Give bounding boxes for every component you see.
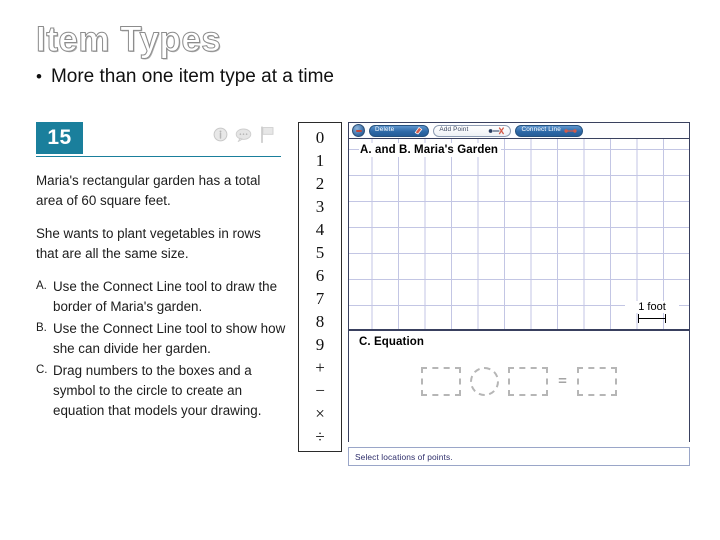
scale-label: 1 foot [625, 300, 679, 313]
question-part-b: B. Use the Connect Line tool to show how… [36, 319, 286, 359]
palette-tile[interactable]: − [299, 382, 341, 399]
status-bar: Select locations of points. [348, 447, 690, 466]
question-number-badge: 15 [36, 122, 83, 154]
connect-line-icon [564, 128, 577, 133]
equation-drop-box[interactable] [577, 367, 618, 396]
palette-tile[interactable]: 9 [299, 336, 341, 353]
palette-tile[interactable]: 4 [299, 221, 341, 238]
bullet-text: More than one item type at a time [50, 66, 334, 87]
equation-drop-box[interactable] [507, 367, 548, 396]
connect-line-button-label: Connect Line [521, 126, 561, 134]
palette-tile[interactable]: 5 [299, 244, 341, 261]
comment-bubble-icon[interactable] [235, 128, 252, 142]
bullet-line: • More than one item type at a time [36, 66, 334, 88]
question-part-c: C. Drag numbers to the boxes and a symbo… [36, 361, 286, 421]
status-message: Select locations of points. [355, 451, 453, 462]
canvas-title: A. and B. Maria's Garden [359, 143, 502, 157]
remove-icon[interactable] [352, 124, 365, 137]
add-point-button-label: Add Point [439, 126, 469, 134]
palette-tile[interactable]: 1 [299, 152, 341, 169]
palette-tile[interactable]: 6 [299, 267, 341, 284]
part-text: Use the Connect Line tool to draw the bo… [53, 278, 278, 314]
question-pane: 15 Maria's rectangular garden has a tota… [36, 122, 291, 522]
question-header: 15 [36, 122, 281, 157]
palette-tile[interactable]: 8 [299, 313, 341, 330]
equation-area: C. Equation = [349, 331, 689, 442]
info-icon[interactable] [213, 127, 228, 142]
bullet-marker: • [36, 67, 42, 86]
drawing-toolbar: Delete Add Point Connect Line [349, 123, 689, 139]
flag-icon[interactable] [259, 126, 275, 143]
page-title: Item Types [35, 20, 222, 59]
add-point-button[interactable]: Add Point [433, 124, 512, 137]
delete-button-label: Delete [375, 126, 395, 134]
part-text: Use the Connect Line tool to show how sh… [53, 320, 286, 356]
part-label: A. [36, 279, 47, 292]
equation-drop-box[interactable] [420, 367, 461, 396]
part-label: B. [36, 321, 47, 334]
item-preview-frame: 15 Maria's rectangular garden has a tota… [36, 122, 690, 522]
palette-tile[interactable]: × [299, 405, 341, 422]
point-plot-icon [489, 126, 505, 134]
part-text: Drag numbers to the boxes and a symbol t… [53, 362, 262, 419]
equation-title: C. Equation [359, 336, 424, 348]
drawing-tool-pane: Delete Add Point Connect Line A. and B. … [348, 122, 690, 442]
scale-bar [638, 314, 666, 323]
question-stem: Maria's rectangular garden has a total a… [36, 171, 286, 421]
garden-drawing-canvas[interactable]: A. and B. Maria's Garden 1 foot [349, 139, 689, 331]
palette-tile[interactable]: 7 [299, 290, 341, 307]
scale-key: 1 foot [625, 300, 679, 323]
symbol-palette: 0 1 2 3 4 5 6 7 8 9 + − × ÷ [298, 122, 342, 452]
scale-bar-cap-right [664, 314, 666, 323]
delete-button[interactable]: Delete [369, 124, 430, 137]
equation-slot-row: = [349, 367, 689, 396]
equation-drop-circle[interactable] [469, 367, 499, 396]
part-label: C. [36, 363, 48, 376]
palette-tile[interactable]: 2 [299, 175, 341, 192]
palette-tile[interactable]: ÷ [299, 428, 341, 445]
question-header-icons [213, 126, 275, 143]
stem-paragraph: She wants to plant vegetables in rows th… [36, 225, 261, 262]
palette-tile[interactable]: 3 [299, 198, 341, 215]
equals-sign: = [557, 372, 568, 390]
palette-tile[interactable]: 0 [299, 129, 341, 146]
scale-bar-rule [638, 318, 666, 320]
connect-line-button[interactable]: Connect Line [515, 124, 583, 137]
stem-paragraph: Maria's rectangular garden has a total a… [36, 173, 261, 209]
eraser-icon [415, 126, 423, 135]
palette-tile[interactable]: + [299, 359, 341, 376]
question-part-a: A. Use the Connect Line tool to draw the… [36, 277, 286, 317]
